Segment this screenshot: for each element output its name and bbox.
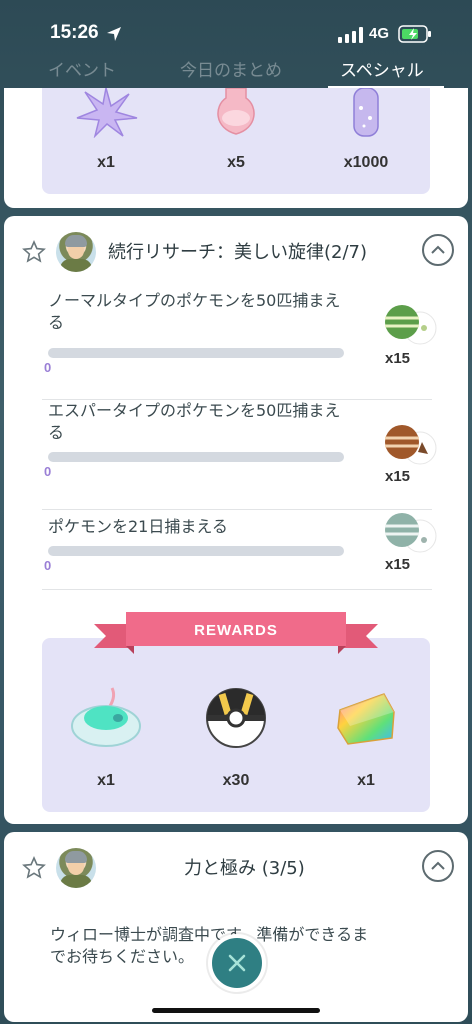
tab-events[interactable]: イベント xyxy=(48,56,116,81)
reward-strip: x1 x5 x1000 xyxy=(42,87,430,194)
normal-energy-icon xyxy=(385,305,437,345)
reward-count: x1 xyxy=(97,772,115,789)
task-description: エスパータイプのポケモンを50匹捕まえる xyxy=(48,401,341,442)
chevron-up-icon xyxy=(431,861,445,870)
location-arrow-icon xyxy=(107,27,121,41)
task-reward: x15 xyxy=(382,304,437,367)
star-outline-icon[interactable] xyxy=(22,240,46,264)
task-progress-count: 0 xyxy=(44,360,52,375)
reward-item: x1000 xyxy=(306,87,426,171)
research-card-power-mastery: 力と極み (3/5) ウィロー博士が調査中です。準備ができるまでお待ちください。 xyxy=(4,832,468,1022)
reward-item xyxy=(46,686,166,754)
reward-count: x5 xyxy=(227,154,245,171)
task-description: ノーマルタイプのポケモンを50匹捕まえる xyxy=(48,291,341,332)
reward-count: x1000 xyxy=(343,154,389,171)
status-bar: 15:26 4G xyxy=(0,0,472,56)
task-reward: x15 xyxy=(382,512,437,573)
battery-charging-icon xyxy=(398,25,431,43)
network-type: 4G xyxy=(369,25,390,42)
reward-item xyxy=(176,686,296,754)
reward-item xyxy=(306,686,426,754)
star-piece-icon xyxy=(76,87,138,139)
steel-energy-icon xyxy=(385,513,437,553)
task-progress-count: 0 xyxy=(44,558,52,573)
psychic-energy-icon xyxy=(385,425,437,465)
research-task: ノーマルタイプのポケモンを50匹捕まえる 0 x15 xyxy=(42,290,437,400)
research-title: 続行リサーチ：美しい旋律(2/7) xyxy=(108,242,368,263)
cellular-signal-icon xyxy=(338,27,363,43)
professor-willow-avatar xyxy=(56,848,96,888)
rewards-label: REWARDS xyxy=(194,622,278,639)
stardust-icon xyxy=(353,87,379,137)
reward-count: x30 xyxy=(222,772,250,789)
status-time: 15:26 xyxy=(50,22,99,43)
close-icon xyxy=(228,954,246,972)
collapse-button[interactable] xyxy=(422,234,454,266)
task-reward-count: x15 xyxy=(385,556,411,573)
task-reward: x15 xyxy=(382,424,437,485)
reward-count: x1 xyxy=(97,154,115,171)
ultra-ball-icon xyxy=(206,688,266,748)
tab-special[interactable]: スペシャル xyxy=(340,56,424,81)
home-indicator xyxy=(152,1008,320,1013)
research-card-beautiful-melody: 続行リサーチ：美しい旋律(2/7) ノーマルタイプのポケモンを50匹捕まえる 0… xyxy=(4,216,468,824)
star-outline-icon[interactable] xyxy=(22,856,46,880)
tab-bar: イベント 今日のまとめ スペシャル xyxy=(0,52,472,90)
tab-today-summary[interactable]: 今日のまとめ xyxy=(180,56,282,81)
rare-candy-icon xyxy=(337,693,395,745)
close-button[interactable] xyxy=(208,934,266,992)
task-reward-count: x15 xyxy=(385,350,411,367)
task-progress-count: 0 xyxy=(44,464,52,479)
research-task: ポケモンを21日捕まえる 0 x15 xyxy=(42,513,437,590)
research-task: エスパータイプのポケモンを50匹捕まえる 0 x15 xyxy=(42,400,437,510)
research-card-previous: x1 x5 x1000 xyxy=(4,87,468,208)
task-progress-bar xyxy=(48,348,344,358)
task-description: ポケモンを21日捕まえる xyxy=(48,517,228,536)
task-reward-count: x15 xyxy=(385,468,411,485)
task-progress-bar xyxy=(48,452,344,462)
incense-icon xyxy=(217,87,255,135)
reward-count: x1 xyxy=(357,772,375,789)
reward-item: x5 xyxy=(176,87,296,171)
professor-willow-avatar xyxy=(56,232,96,272)
incubator-icon xyxy=(71,687,141,747)
research-title: 力と極み (3/5) xyxy=(184,858,305,879)
task-progress-bar xyxy=(48,546,344,556)
chevron-up-icon xyxy=(431,245,445,254)
collapse-button[interactable] xyxy=(422,850,454,882)
reward-item: x1 xyxy=(46,87,166,171)
